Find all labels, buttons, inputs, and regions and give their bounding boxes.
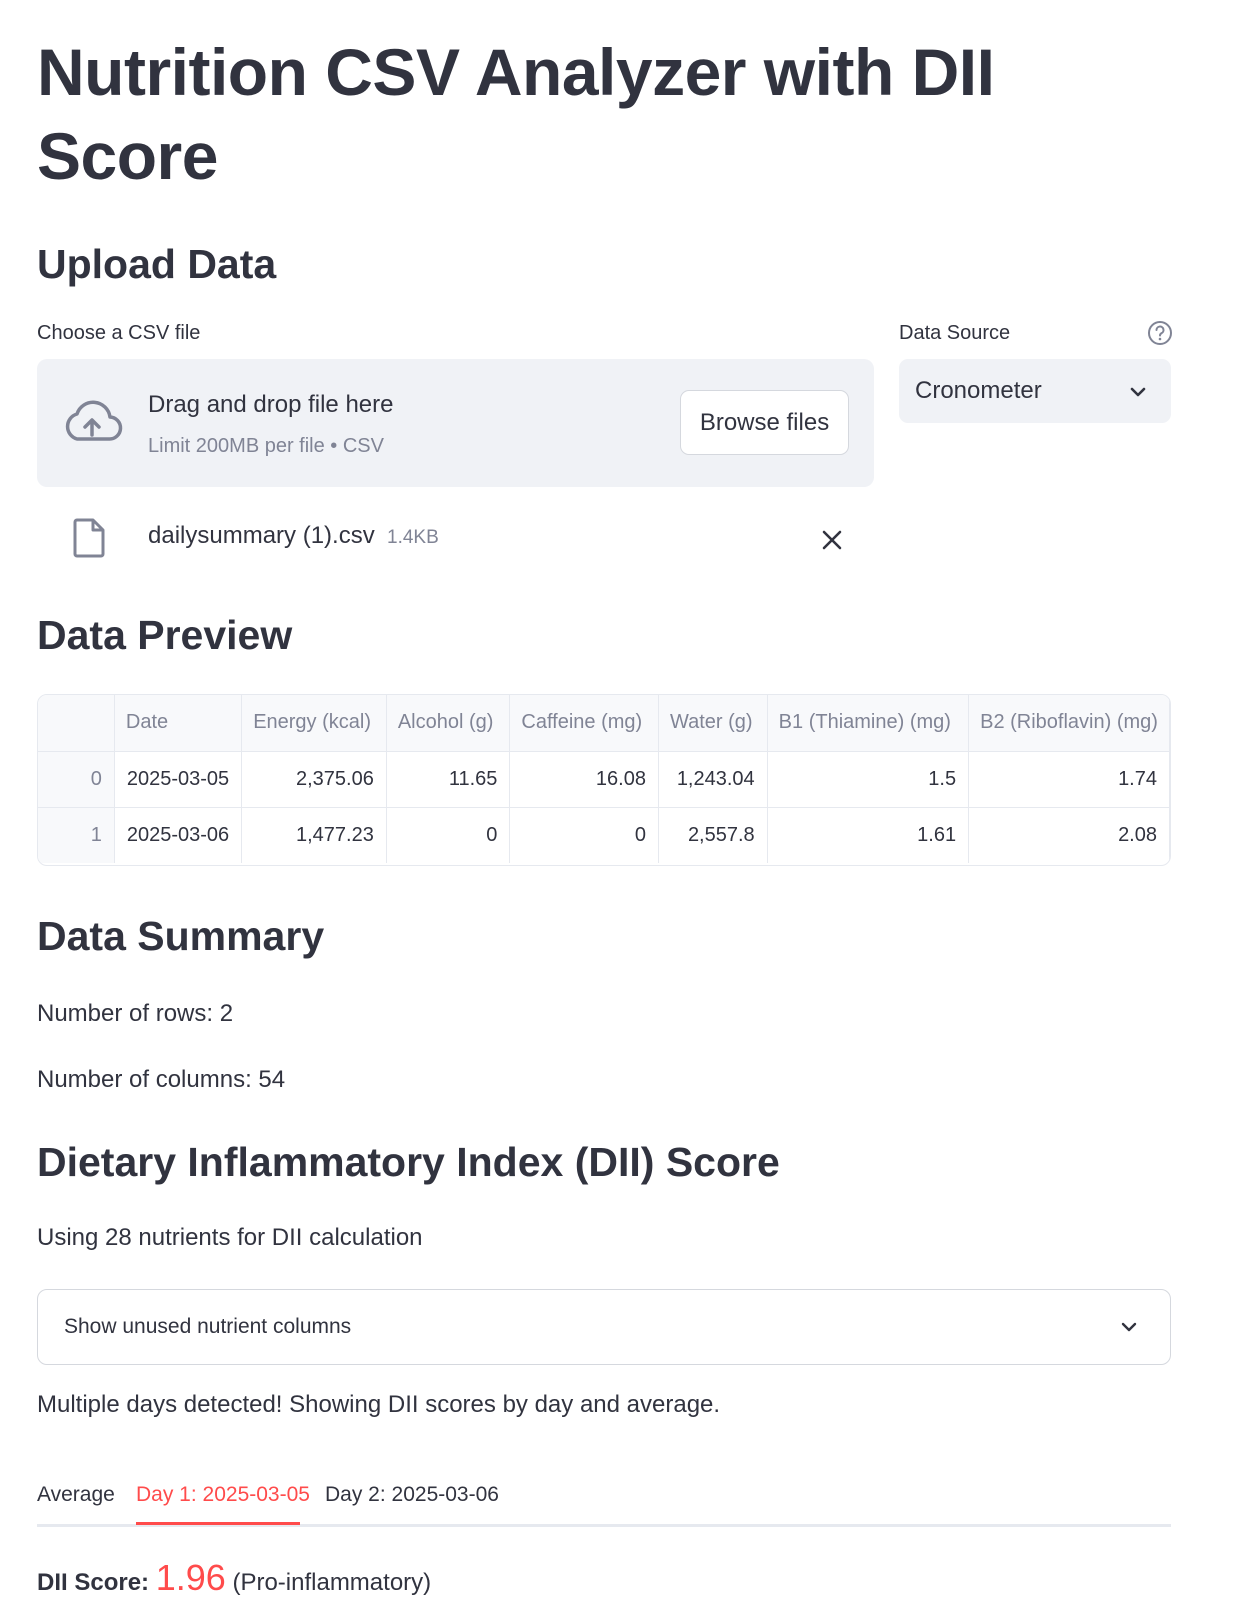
data-preview-table[interactable]: Date Energy (kcal) Alcohol (g) Caffeine … xyxy=(37,694,1171,866)
table-cell[interactable]: 1.61 xyxy=(767,807,970,863)
table-cell[interactable]: 2,375.06 xyxy=(241,751,387,808)
cloud-upload-icon xyxy=(65,400,123,441)
table-header-row: Date Energy (kcal) Alcohol (g) Caffeine … xyxy=(38,695,1170,752)
table-row: 0 2025-03-05 2,375.06 11.65 16.08 1,243.… xyxy=(38,751,1170,808)
close-icon[interactable] xyxy=(816,524,848,556)
column-header[interactable]: Water (g) xyxy=(658,695,768,752)
dii-score-line: DII Score: 1.96 (Pro-inflammatory) xyxy=(37,1556,431,1605)
dii-nutrient-count-text: Using 28 nutrients for DII calculation xyxy=(37,1224,423,1251)
table-cell[interactable]: 1.5 xyxy=(767,751,970,808)
day-tabs: Average Day 1: 2025-03-05 Day 2: 2025-03… xyxy=(37,1475,1171,1527)
data-source-select[interactable]: Cronometer xyxy=(899,359,1171,423)
help-icon[interactable] xyxy=(1147,320,1173,346)
file-dropzone[interactable]: Drag and drop file here Limit 200MB per … xyxy=(37,359,874,487)
tab-day-2[interactable]: Day 2: 2025-03-06 xyxy=(325,1475,499,1527)
table-cell[interactable]: 2,557.8 xyxy=(658,807,768,863)
table-cell[interactable]: 16.08 xyxy=(509,751,659,808)
dii-score-classification: (Pro-inflammatory) xyxy=(232,1569,432,1596)
uploaded-file-size: 1.4KB xyxy=(387,527,439,548)
column-header[interactable]: Alcohol (g) xyxy=(386,695,511,752)
expander-label: Show unused nutrient columns xyxy=(64,1315,352,1338)
table-cell[interactable]: 11.65 xyxy=(386,751,511,808)
dii-heading: Dietary Inflammatory Index (DII) Score xyxy=(37,1139,780,1185)
dii-score-label: DII Score: xyxy=(37,1569,150,1596)
data-source-value: Cronometer xyxy=(915,377,1042,404)
chevron-down-icon xyxy=(1121,1322,1137,1332)
column-header[interactable]: Energy (kcal) xyxy=(241,695,387,752)
table-cell[interactable]: 2025-03-06 xyxy=(114,807,243,863)
active-tab-indicator xyxy=(136,1522,300,1525)
data-source-label: Data Source xyxy=(899,322,1011,344)
file-icon xyxy=(73,518,105,558)
page-title: Nutrition CSV Analyzer with DII Score xyxy=(37,35,995,193)
table-cell[interactable]: 2.08 xyxy=(968,807,1170,863)
column-header[interactable]: B2 (Riboflavin) (mg) xyxy=(968,695,1170,752)
row-index: 1 xyxy=(38,807,115,863)
table-cell[interactable]: 1,477.23 xyxy=(241,807,387,863)
data-summary-heading: Data Summary xyxy=(37,913,325,959)
row-count-text: Number of rows: 2 xyxy=(37,1000,234,1027)
dii-score-value: 1.96 xyxy=(155,1557,226,1598)
browse-files-button[interactable]: Browse files xyxy=(680,390,849,455)
multi-day-message: Multiple days detected! Showing DII scor… xyxy=(37,1391,721,1418)
column-header-index[interactable] xyxy=(38,695,115,752)
dropzone-limit-text: Limit 200MB per file • CSV xyxy=(148,435,384,457)
column-header[interactable]: B1 (Thiamine) (mg) xyxy=(767,695,970,752)
column-header[interactable]: Date xyxy=(114,695,243,752)
table-row: 1 2025-03-06 1,477.23 0 0 2,557.8 1.61 2… xyxy=(38,807,1170,863)
file-uploader-label: Choose a CSV file xyxy=(37,322,201,344)
dropzone-instructions: Drag and drop file here xyxy=(148,391,394,418)
uploaded-file-name: dailysummary (1).csv xyxy=(148,522,375,549)
tab-average[interactable]: Average xyxy=(37,1475,115,1527)
upload-heading: Upload Data xyxy=(37,241,277,287)
table-cell[interactable]: 1,243.04 xyxy=(658,751,768,808)
table-cell[interactable]: 1.74 xyxy=(968,751,1170,808)
chevron-down-icon xyxy=(1130,387,1146,397)
tab-day-1[interactable]: Day 1: 2025-03-05 xyxy=(136,1475,310,1527)
data-preview-heading: Data Preview xyxy=(37,612,293,658)
table-cell[interactable]: 0 xyxy=(509,807,659,863)
column-count-text: Number of columns: 54 xyxy=(37,1066,286,1093)
row-index: 0 xyxy=(38,751,115,808)
table-cell[interactable]: 2025-03-05 xyxy=(114,751,243,808)
unused-columns-expander[interactable]: Show unused nutrient columns xyxy=(37,1289,1171,1365)
column-header[interactable]: Caffeine (mg) xyxy=(509,695,659,752)
table-cell[interactable]: 0 xyxy=(386,807,511,863)
